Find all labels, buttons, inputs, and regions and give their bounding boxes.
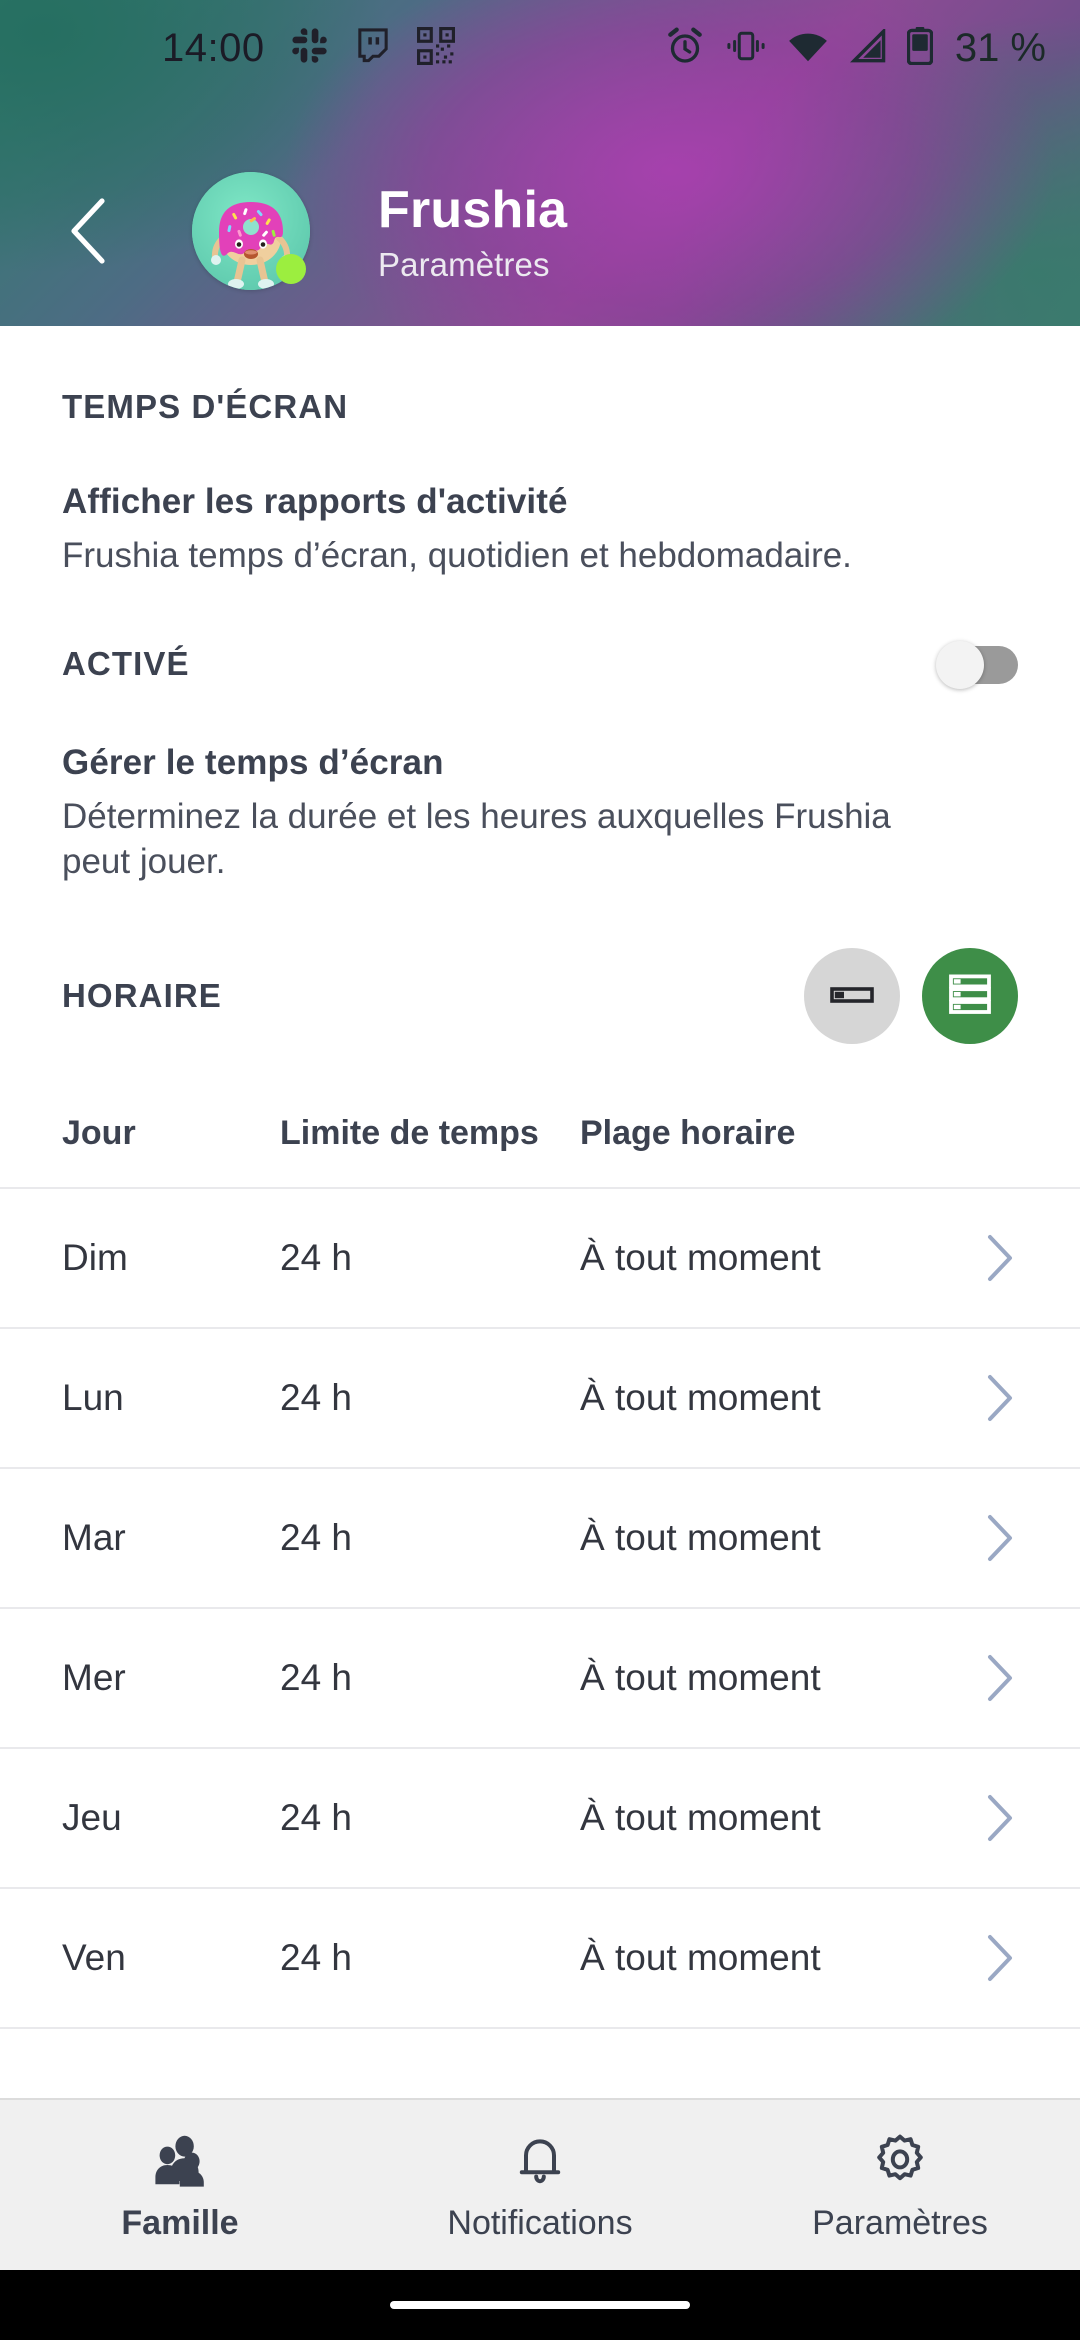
- page-title: Frushia: [378, 181, 568, 239]
- alarm-icon: [665, 26, 705, 71]
- row-day: Dim: [62, 1237, 128, 1279]
- chevron-right-icon[interactable]: [958, 1933, 1018, 1983]
- status-bar: 14:00 31 %: [0, 0, 1080, 96]
- row-range: À tout moment: [580, 1237, 821, 1279]
- gesture-pill[interactable]: [390, 2301, 690, 2309]
- row-day: Mer: [62, 1657, 126, 1699]
- main-content: TEMPS D'ÉCRAN Afficher les rapports d'ac…: [0, 326, 1080, 2098]
- activity-reports-toggle[interactable]: [936, 640, 1018, 689]
- schedule-list-view-button[interactable]: [922, 948, 1018, 1045]
- chevron-right-icon[interactable]: [958, 1513, 1018, 1563]
- cellular-signal-icon: [849, 26, 887, 68]
- nav-label-famille: Famille: [121, 2204, 239, 2242]
- slack-icon: [291, 27, 329, 70]
- activity-reports-description: Frushia temps d’écran, quotidien et hebd…: [62, 536, 852, 575]
- chevron-right-icon[interactable]: [958, 1233, 1018, 1283]
- status-bar-right: 31 %: [665, 26, 1046, 71]
- schedule-label: HORAIRE: [62, 977, 222, 1015]
- row-range: À tout moment: [580, 1797, 821, 1839]
- row-day: Ven: [62, 1937, 126, 1979]
- schedule-header-row: HORAIRE: [0, 948, 1080, 1045]
- nav-item-famille[interactable]: Famille: [0, 2100, 360, 2270]
- table-row[interactable]: Lun 24 h À tout moment: [0, 1329, 1080, 1470]
- app-header: 14:00 31 % Frushia Paramètres: [0, 0, 1080, 326]
- qr-code-icon: [416, 26, 455, 70]
- row-limit: 24 h: [280, 1797, 353, 1839]
- schedule-single-bar-view-button[interactable]: [804, 948, 900, 1045]
- battery-percent-label: 31 %: [954, 25, 1046, 70]
- manage-screen-time-title: Gérer le temps d’écran: [62, 742, 444, 782]
- table-row[interactable]: Jeu 24 h À tout moment: [0, 1749, 1080, 1890]
- activity-reports-toggle-label: ACTIVÉ: [62, 644, 190, 682]
- row-day: Mar: [62, 1517, 126, 1559]
- gear-icon: [872, 2133, 928, 2192]
- table-row[interactable]: Mer 24 h À tout moment: [0, 1609, 1080, 1750]
- schedule-table-header: Jour Limite de temps Plage horaire: [0, 1114, 1080, 1153]
- page-subtitle: Paramètres: [378, 246, 550, 284]
- nav-item-notifications[interactable]: Notifications: [360, 2100, 720, 2270]
- nav-label-notifications: Notifications: [447, 2204, 633, 2242]
- back-button[interactable]: [58, 196, 122, 270]
- column-header-day: Jour: [62, 1114, 136, 1153]
- battery-icon: [906, 26, 934, 70]
- single-row-icon: [826, 968, 878, 1025]
- activity-reports-toggle-row: ACTIVÉ: [0, 640, 1080, 689]
- system-gesture-bar[interactable]: [0, 2270, 1080, 2340]
- row-day: Jeu: [62, 1797, 122, 1839]
- row-limit: 24 h: [280, 1937, 353, 1979]
- row-limit: 24 h: [280, 1377, 353, 1419]
- row-limit: 24 h: [280, 1657, 353, 1699]
- row-range: À tout moment: [580, 1377, 821, 1419]
- row-range: À tout moment: [580, 1937, 821, 1979]
- schedule-view-mode-group: [804, 948, 1018, 1045]
- chevron-right-icon[interactable]: [958, 1373, 1018, 1423]
- table-row[interactable]: Ven 24 h À tout moment: [0, 1889, 1080, 2030]
- nav-label-parametres: Paramètres: [812, 2204, 988, 2242]
- column-header-range: Plage horaire: [580, 1114, 796, 1153]
- family-people-icon: [151, 2133, 209, 2192]
- chevron-right-icon[interactable]: [958, 1793, 1018, 1843]
- section-label-screen-time: TEMPS D'ÉCRAN: [62, 388, 349, 425]
- status-bar-left: 14:00: [162, 26, 455, 71]
- twitch-icon: [355, 27, 391, 70]
- wifi-icon: [787, 29, 829, 68]
- list-rows-icon: [944, 968, 996, 1025]
- schedule-table-body: Dim 24 h À tout moment Lun 24 h À tout moment…: [0, 1187, 1080, 2030]
- chevron-right-icon[interactable]: [958, 1653, 1018, 1703]
- bottom-navigation: Famille Notifications Paramètres: [0, 2098, 1080, 2270]
- toggle-knob: [936, 640, 984, 689]
- table-row[interactable]: Mar 24 h À tout moment: [0, 1469, 1080, 1610]
- nav-item-parametres[interactable]: Paramètres: [720, 2100, 1080, 2270]
- vibrate-icon: [725, 27, 767, 70]
- manage-screen-time-description: Déterminez la durée et les heures auxque…: [62, 796, 891, 881]
- back-chevron-icon: [68, 197, 112, 270]
- status-bar-clock: 14:00: [162, 25, 265, 70]
- row-limit: 24 h: [280, 1237, 353, 1279]
- online-status-dot: [276, 254, 306, 284]
- row-day: Lun: [62, 1377, 124, 1419]
- activity-reports-title: Afficher les rapports d'activité: [62, 482, 568, 521]
- avatar[interactable]: [192, 172, 310, 290]
- bell-icon: [515, 2133, 565, 2192]
- column-header-limit: Limite de temps: [280, 1114, 539, 1153]
- table-row[interactable]: Dim 24 h À tout moment: [0, 1189, 1080, 1330]
- row-limit: 24 h: [280, 1517, 353, 1559]
- row-range: À tout moment: [580, 1657, 821, 1699]
- header-text-group: Frushia Paramètres: [378, 182, 567, 284]
- row-range: À tout moment: [580, 1517, 821, 1559]
